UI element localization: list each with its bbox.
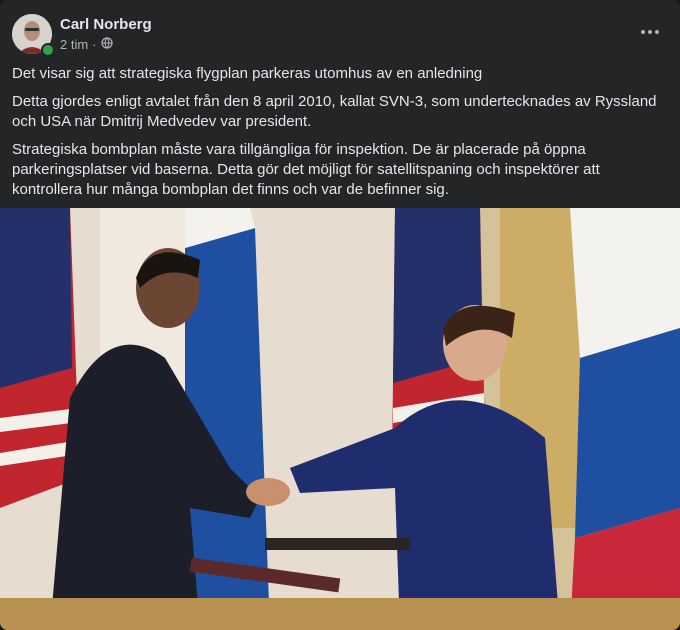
- post-paragraph-1: Det visar sig att strategiska flygplan p…: [12, 65, 483, 82]
- post-paragraph-3: Strategiska bombplan måste vara tillgäng…: [12, 141, 600, 198]
- online-status-dot: [41, 43, 55, 57]
- photo-illustration: [0, 208, 680, 630]
- post-time[interactable]: 2 tim: [60, 37, 88, 52]
- globe-icon[interactable]: [100, 37, 113, 52]
- post-paragraph-2: Detta gjordes enligt avtalet från den 8 …: [12, 93, 657, 130]
- post-meta: 2 tim ·: [60, 37, 113, 52]
- meta-separator: ·: [92, 37, 97, 52]
- author-name[interactable]: Carl Norberg: [60, 16, 152, 33]
- post-photo[interactable]: [0, 208, 680, 630]
- post-header: Carl Norberg 2 tim ·: [12, 12, 668, 57]
- post-text: Det visar sig att strategiska flygplan p…: [12, 64, 668, 208]
- more-options-icon[interactable]: [636, 18, 664, 46]
- post-card: Carl Norberg 2 tim · Det visar sig att s…: [0, 0, 680, 630]
